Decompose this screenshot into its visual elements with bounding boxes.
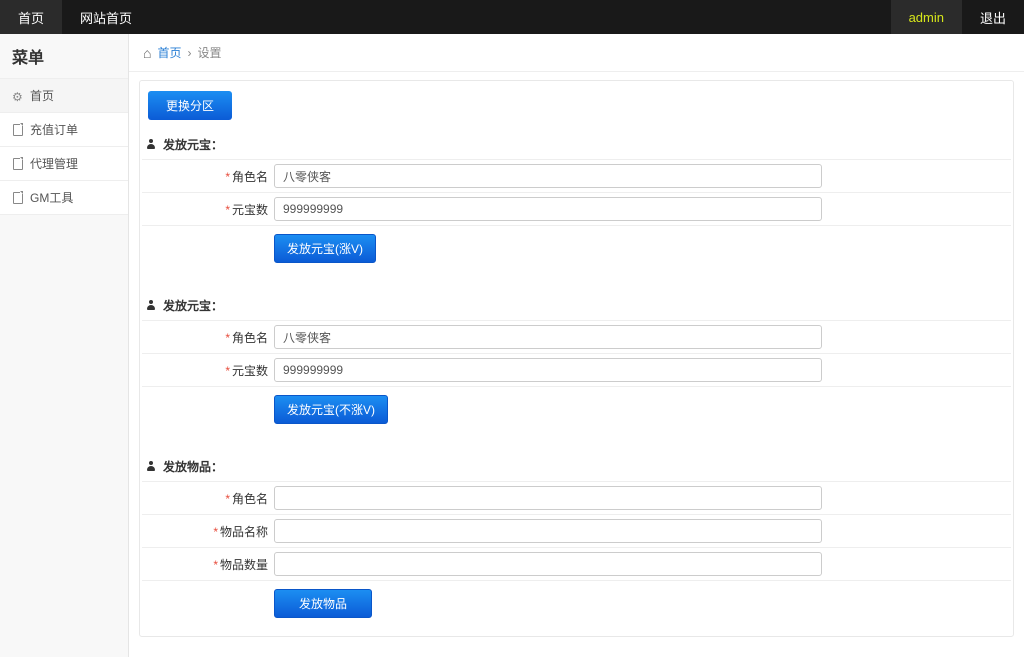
- form-row: *物品数量: [142, 547, 1011, 580]
- settings-panel: 更换分区 发放元宝： *角色名 *元宝数 发放元宝(涨V): [139, 80, 1014, 637]
- person-icon: [146, 461, 157, 472]
- form-row: *角色名: [142, 320, 1011, 353]
- sidebar-item-label: GM工具: [30, 189, 73, 206]
- sidebar-item-label: 代理管理: [30, 155, 78, 172]
- breadcrumb-home[interactable]: 首页: [157, 44, 181, 61]
- document-icon: [12, 124, 24, 136]
- yuanbao-amount-input[interactable]: [274, 197, 822, 221]
- sidebar-title: 菜单: [0, 34, 128, 79]
- nav-logout[interactable]: 退出: [962, 0, 1024, 34]
- form-row: *角色名: [142, 481, 1011, 514]
- change-zone-button[interactable]: 更换分区: [148, 91, 232, 120]
- section-title-yuanbao-v: 发放元宝：: [142, 126, 1011, 159]
- breadcrumb: 首页 › 设置: [129, 34, 1024, 72]
- document-icon: [12, 158, 24, 170]
- form-row: *角色名: [142, 159, 1011, 192]
- form-row: 发放物品: [142, 580, 1011, 626]
- form-row: 发放元宝(不涨V): [142, 386, 1011, 432]
- breadcrumb-separator: ›: [187, 46, 191, 60]
- form-row: 发放元宝(涨V): [142, 225, 1011, 271]
- role-name-input-3[interactable]: [274, 486, 822, 510]
- sidebar-item-gm[interactable]: GM工具: [0, 181, 128, 215]
- item-name-input[interactable]: [274, 519, 822, 543]
- section-title-yuanbao-nov: 发放元宝：: [142, 287, 1011, 320]
- person-icon: [146, 300, 157, 311]
- nav-admin[interactable]: admin: [891, 0, 962, 34]
- nav-site-home[interactable]: 网站首页: [62, 0, 150, 34]
- sidebar-item-home[interactable]: 首页: [0, 79, 128, 113]
- top-navigation: 首页 网站首页 admin 退出: [0, 0, 1024, 34]
- send-yuanbao-v-button[interactable]: 发放元宝(涨V): [274, 234, 376, 263]
- sidebar: 菜单 首页 充值订单 代理管理 GM工具: [0, 34, 129, 657]
- form-row: *物品名称: [142, 514, 1011, 547]
- sidebar-item-label: 充值订单: [30, 121, 78, 138]
- nav-home[interactable]: 首页: [0, 0, 62, 34]
- main-content: 首页 › 设置 更换分区 发放元宝： *角色名 *元宝数 发放元宝(涨V): [129, 34, 1024, 657]
- item-qty-input[interactable]: [274, 552, 822, 576]
- sidebar-item-recharge[interactable]: 充值订单: [0, 113, 128, 147]
- sidebar-item-agent[interactable]: 代理管理: [0, 147, 128, 181]
- role-name-input[interactable]: [274, 164, 822, 188]
- send-yuanbao-nov-button[interactable]: 发放元宝(不涨V): [274, 395, 388, 424]
- gear-icon: [12, 90, 24, 102]
- form-row: *元宝数: [142, 192, 1011, 225]
- section-title-item: 发放物品：: [142, 448, 1011, 481]
- breadcrumb-current: 设置: [197, 44, 221, 61]
- role-name-input-2[interactable]: [274, 325, 822, 349]
- yuanbao-amount-input-2[interactable]: [274, 358, 822, 382]
- home-icon: [143, 45, 151, 61]
- document-icon: [12, 192, 24, 204]
- person-icon: [146, 139, 157, 150]
- sidebar-item-label: 首页: [30, 87, 54, 104]
- form-row: *元宝数: [142, 353, 1011, 386]
